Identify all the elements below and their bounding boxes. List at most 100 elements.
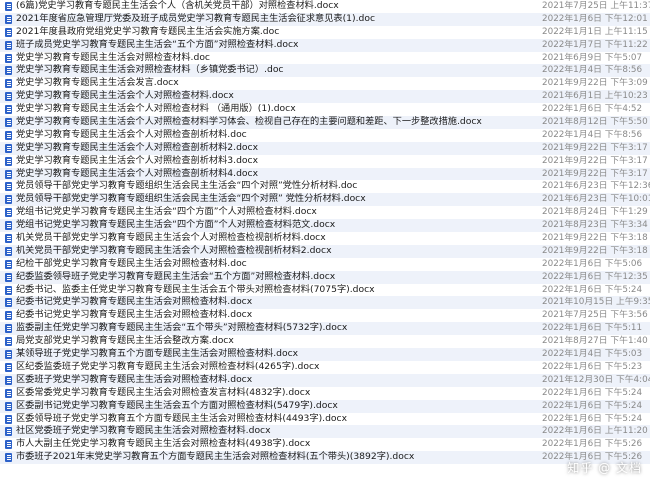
file-name: 党史学习教育专题民主生活会个人对照检查剖析材料3.docx bbox=[16, 154, 259, 166]
file-date: 2021年8月12日 下午5:50 bbox=[542, 117, 648, 128]
file-row[interactable]: 党史学习教育专题民主生活会对照检查材料.doc 2021年6月9日 下午5:07 bbox=[0, 52, 650, 65]
file-date: 2021年9月22日 下午3:17 bbox=[542, 155, 648, 166]
word-document-icon bbox=[5, 105, 12, 115]
file-row[interactable]: 局党支部党史学习教育专题民主生活会整改方案.docx 2021年8月27日 下午1… bbox=[0, 335, 650, 348]
file-name: (6篇)党史学习教育专题民主生活会个人（含机关党员干部）对照检查材料.docx bbox=[16, 0, 339, 11]
file-row[interactable]: 纪委书记党史学习教育专题民主生活会对照检查材料.docx 2021年10月15日 … bbox=[0, 296, 650, 310]
file-date: 2022年1月6日 下午5:24 bbox=[542, 413, 643, 424]
file-name: 2021年度省应急管理厅党委及班子成员党史学习教育专题民主生活会征求意见表(1)… bbox=[16, 12, 376, 24]
file-date: 2021年7月25日 下午3:56 bbox=[542, 310, 648, 321]
file-list: (6篇)党史学习教育专题民主生活会个人（含机关党员干部）对照检查材料.docx 2… bbox=[0, 0, 650, 482]
file-row[interactable]: 机关党员干部党史学习教育专题民主生活会个人对照检查检视剖析材料2.docx 202… bbox=[0, 244, 650, 258]
file-name: 市委班子2021年末党史学习教育五个方面专题民主生活会对照检查材料(五个带头)(… bbox=[16, 451, 415, 463]
file-date: 2021年8月24日 下午1:29 bbox=[542, 207, 648, 218]
file-name: 区纪委监委班子党史学习教育专题民主生活会对照检查材料(4265字).docx bbox=[16, 360, 320, 372]
word-document-icon bbox=[5, 66, 12, 76]
file-row[interactable]: 市人大副主任党史学习教育专题民主生活会对照检查材料(4938字).docx 202… bbox=[0, 438, 650, 451]
file-row[interactable]: 党员领导干部党史学习教育专题组织生活会民主生活会“四个对照” 党性分析材料.do… bbox=[0, 193, 650, 207]
file-date: 2021年8月23日 下午3:34 bbox=[542, 220, 648, 231]
file-row[interactable]: 纪检干部党史学习教育专题民主生活会对照检查材料.doc 2022年1月6日 下午5… bbox=[0, 258, 650, 271]
file-row[interactable]: 区委班子党史学习教育专题民主生活会对照检查材料.docx 2021年12月30日 … bbox=[0, 373, 650, 387]
file-name: 社区党委班子党史学习教育专题民主生活会对照检查材料.docx bbox=[16, 425, 271, 437]
file-date: 2021年12月30日 下午4:04 bbox=[542, 374, 650, 385]
word-document-icon bbox=[5, 208, 12, 218]
file-date: 2021年10月15日 上午9:35 bbox=[542, 297, 650, 308]
file-name: 党组书记党史学习教育专题民主生活会“四个方面”个人对照检查材料范文.docx bbox=[16, 219, 336, 231]
file-row[interactable]: 党史学习教育专题民主生活会个人对照检查剖析材料2.docx 2021年9月22日 … bbox=[0, 141, 650, 155]
file-name: 纪委书记党史学习教育专题民主生活会对照检查材料.docx bbox=[16, 296, 253, 308]
word-document-icon bbox=[5, 195, 12, 205]
word-document-icon bbox=[5, 298, 12, 308]
word-document-icon bbox=[5, 272, 12, 282]
word-document-icon bbox=[5, 14, 12, 24]
file-row[interactable]: 市委班子2021年末党史学习教育五个方面专题民主生活会对照检查材料(五个带头)(… bbox=[0, 451, 650, 465]
file-date: 2022年1月6日 下午5:24 bbox=[542, 387, 643, 398]
word-document-icon bbox=[5, 79, 12, 89]
file-name: 党史学习教育专题民主生活会个人对照检查剖析材料4.docx bbox=[16, 167, 259, 179]
file-row[interactable]: 区委常委党史学习教育专题民主生活会对照检查发言材料(4832字).docx 202… bbox=[0, 387, 650, 400]
word-document-icon bbox=[5, 118, 12, 128]
word-document-icon bbox=[5, 130, 12, 140]
file-date: 2022年1月6日 下午12:01 bbox=[542, 13, 648, 24]
file-row[interactable]: 社区党委班子党史学习教育专题民主生活会对照检查材料.docx 2022年1月6日 … bbox=[0, 425, 650, 439]
file-row[interactable]: 党史学习教育专题民主生活会个人对照检查剖析材料4.docx 2021年9月22日 … bbox=[0, 167, 650, 181]
file-date: 2022年1月6日 下午4:52 bbox=[542, 104, 643, 115]
word-document-icon bbox=[5, 169, 12, 179]
file-date: 2022年1月7日 下午11:22 bbox=[542, 39, 648, 50]
watermark: 知乎 @ 文档 bbox=[567, 461, 642, 475]
file-name: 局党支部党史学习教育专题民主生活会整改方案.docx bbox=[16, 335, 234, 347]
file-name: 党史学习教育专题民主生活会个人对照检查材料.docx bbox=[16, 90, 234, 102]
file-name: 区委班子党史学习教育专题民主生活会对照检查材料.docx bbox=[16, 373, 253, 385]
word-document-icon bbox=[5, 414, 12, 424]
file-row[interactable]: 党组书记党史学习教育专题民主生活会“四个方面”个人对照检查材料.docx 2021… bbox=[0, 206, 650, 219]
file-row[interactable]: 党史学习教育专题民主生活会发言.docx 2021年9月22日 下午3:09 bbox=[0, 77, 650, 90]
word-document-icon bbox=[5, 375, 12, 385]
file-row[interactable]: 监委副主任党史学习教育专题民主生活会“五个带头”对照检查材料(5732字).do… bbox=[0, 322, 650, 336]
file-row[interactable]: 党员领导干部党史学习教育专题组织生活会民主生活会“四个对照”党性分析材料.doc… bbox=[0, 180, 650, 193]
file-row[interactable]: 班子成员党史学习教育专题民主生活会“五个方面”对照检查材料.docx 2022年1… bbox=[0, 38, 650, 52]
file-date: 2022年1月4日 下午8:56 bbox=[542, 65, 643, 76]
file-date: 2021年6月1日 上午10:23 bbox=[542, 91, 648, 102]
word-document-icon bbox=[5, 246, 12, 256]
file-date: 2022年1月4日 下午8:56 bbox=[542, 129, 643, 140]
file-date: 2021年9月22日 下午3:17 bbox=[542, 142, 648, 153]
file-row[interactable]: 区委副书记党史学习教育专题民主生活会五个方面对照检查材料(5479字).docx… bbox=[0, 399, 650, 413]
file-date: 2022年1月6日 下午5:24 bbox=[542, 284, 643, 295]
file-date: 2021年6月23日 下午12:36 bbox=[542, 181, 650, 192]
file-row[interactable]: 党史学习教育专题民主生活会个人对照检查剖析材料3.docx 2021年9月22日 … bbox=[0, 155, 650, 168]
word-document-icon bbox=[5, 427, 12, 437]
file-row[interactable]: 党组书记党史学习教育专题民主生活会“四个方面”个人对照检查材料范文.docx 20… bbox=[0, 219, 650, 233]
file-row[interactable]: 党史学习教育专题民主生活会个人对照检查剖析材料.doc 2022年1月4日 下午8… bbox=[0, 129, 650, 142]
word-document-icon bbox=[5, 440, 12, 450]
file-row[interactable]: 机关党员干部党史学习教育专题民主生活会个人对照检查检视剖析材料.docx 2021… bbox=[0, 232, 650, 245]
file-row[interactable]: 2021年度省应急管理厅党委及班子成员党史学习教育专题民主生活会征求意见表(1)… bbox=[0, 12, 650, 26]
file-name: 机关党员干部党史学习教育专题民主生活会个人对照检查检视剖析材料.docx bbox=[16, 232, 326, 244]
file-row[interactable]: 纪委书记、监委主任党史学习教育专题民主生活会五个带头对照检查材料(7075字).… bbox=[0, 284, 650, 297]
word-document-icon bbox=[5, 156, 12, 166]
word-document-icon bbox=[5, 2, 12, 11]
file-row[interactable]: 党史学习教育专题民主生活会个人对照检查材料.docx 2021年6月1日 上午10… bbox=[0, 90, 650, 104]
word-document-icon bbox=[5, 350, 12, 360]
file-row[interactable]: 区纪委监委班子党史学习教育专题民主生活会对照检查材料(4265字).docx 20… bbox=[0, 361, 650, 374]
file-row[interactable]: 2021年度县政府党组党史学习教育专题民主生活会实施方案.doc 2022年1月1… bbox=[0, 26, 650, 39]
file-date: 2021年8月27日 下午1:40 bbox=[542, 336, 648, 347]
file-row[interactable]: 党史学习教育专题民主生活会对照检查材料（乡镇党委书记）.doc 2022年1月4日… bbox=[0, 64, 650, 78]
file-name: 党员领导干部党史学习教育专题组织生活会民主生活会“四个对照”党性分析材料.doc bbox=[16, 180, 358, 192]
file-name: 党史学习教育专题民主生活会对照检查材料.doc bbox=[16, 51, 210, 63]
file-row[interactable]: 党史学习教育专题民主生活会个人对照检查材料学习体会、检视自己存在的主要问题和差距… bbox=[0, 116, 650, 129]
word-document-icon bbox=[5, 259, 12, 269]
file-row[interactable]: 纪委书记党史学习教育专题民主生活会对照检查材料.docx 2021年7月25日 下… bbox=[0, 309, 650, 322]
file-name: 监委副主任党史学习教育专题民主生活会“五个带头”对照检查材料(5732字).do… bbox=[16, 322, 348, 334]
file-name: 党员领导干部党史学习教育专题组织生活会民主生活会“四个对照” 党性分析材料.do… bbox=[16, 193, 366, 205]
file-date: 2022年1月6日 下午5:24 bbox=[542, 400, 643, 411]
word-document-icon bbox=[5, 453, 12, 463]
word-document-icon bbox=[5, 234, 12, 244]
file-row[interactable]: 党史学习教育专题民主生活会个人对照检查材料 （通用版）(1).docx 2022年… bbox=[0, 103, 650, 116]
file-row[interactable]: 纪委监委领导班子党史学习教育专题民主生活会“五个方面”对照检查材料.docx 20… bbox=[0, 270, 650, 284]
word-document-icon bbox=[5, 182, 12, 192]
file-name: 机关党员干部党史学习教育专题民主生活会个人对照检查检视剖析材料2.docx bbox=[16, 244, 332, 256]
file-row[interactable]: 区委领导班子党史学习教育五个方面专题民主生活会对照检查材料(4493字).doc… bbox=[0, 413, 650, 426]
file-row[interactable]: 某领导班子党史学习教育五个方面专题民主生活会对照检查材料.docx 2022年1月… bbox=[0, 348, 650, 361]
file-name: 区委领导班子党史学习教育五个方面专题民主生活会对照检查材料(4493字).doc… bbox=[16, 412, 348, 424]
file-row[interactable]: (6篇)党史学习教育专题民主生活会个人（含机关党员干部）对照检查材料.docx 2… bbox=[0, 0, 650, 13]
